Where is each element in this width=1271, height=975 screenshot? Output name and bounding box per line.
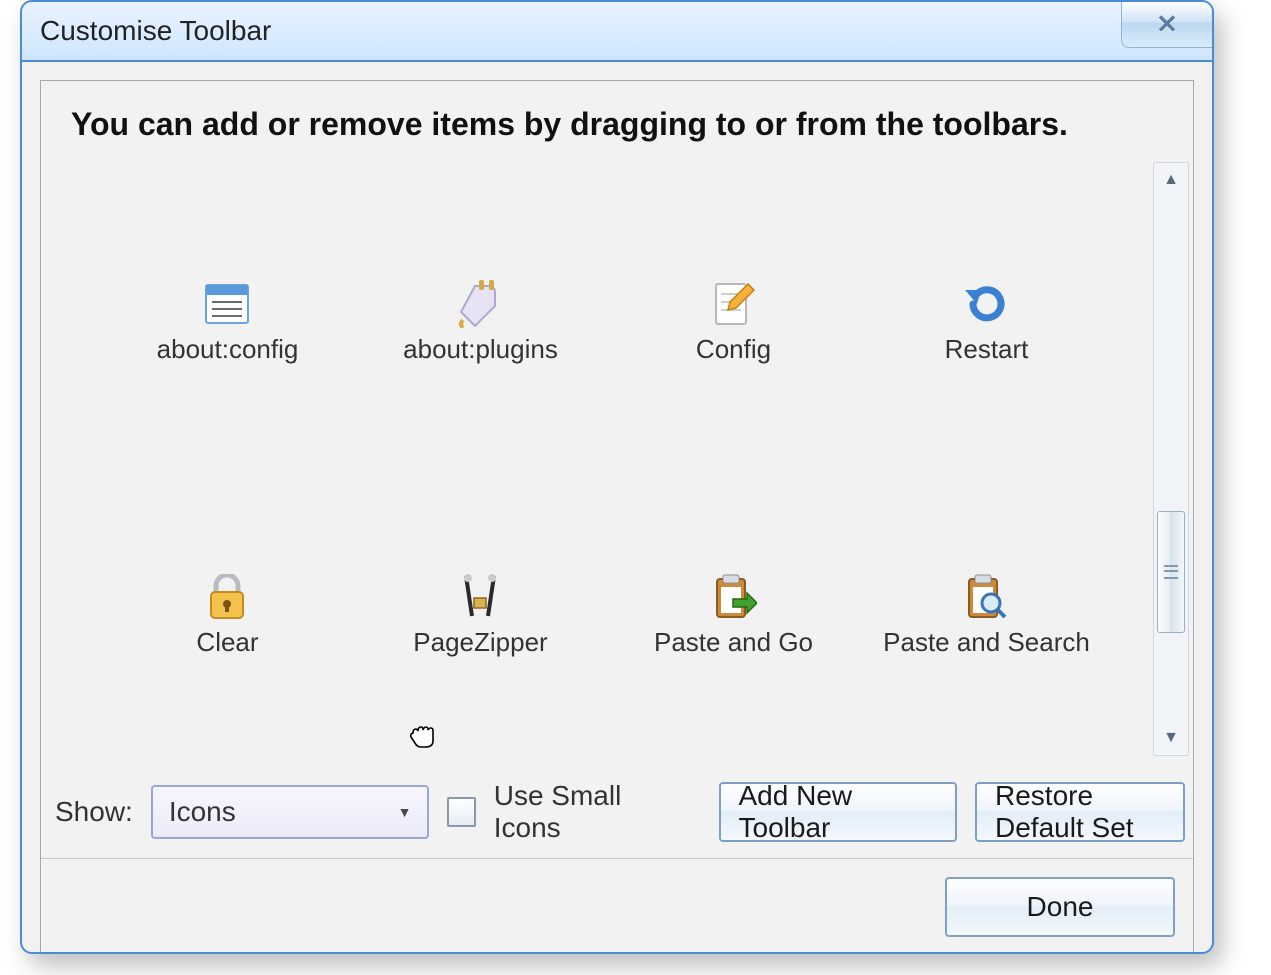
footer: Done <box>41 859 1193 954</box>
options-row: Show: Icons ▼ Use Small Icons Add New To… <box>41 762 1193 858</box>
scroll-track[interactable] <box>1154 197 1188 721</box>
add-new-toolbar-button[interactable]: Add New Toolbar <box>719 782 958 842</box>
item-about-config[interactable]: about:config <box>157 280 299 365</box>
item-label: Paste and Search <box>883 627 1090 658</box>
done-button[interactable]: Done <box>945 877 1175 937</box>
close-button[interactable]: ✕ <box>1121 2 1212 48</box>
show-dropdown-value: Icons <box>169 796 236 828</box>
use-small-icons-label[interactable]: Use Small Icons <box>494 780 683 844</box>
item-label: Clear <box>196 627 258 658</box>
chevron-down-icon: ▼ <box>398 804 412 820</box>
show-dropdown[interactable]: Icons ▼ <box>151 785 430 839</box>
item-paste-and-search[interactable]: Paste and Search <box>883 573 1090 658</box>
item-restart[interactable]: Restart <box>945 280 1029 365</box>
paste-go-icon <box>710 573 758 621</box>
use-small-icons-checkbox[interactable] <box>447 797 475 827</box>
item-about-plugins[interactable]: about:plugins <box>403 280 558 365</box>
close-icon: ✕ <box>1156 9 1178 40</box>
dialog-body: You can add or remove items by dragging … <box>40 80 1194 954</box>
toolbar-items-grid: about:config about:plugins <box>41 156 1153 762</box>
customise-toolbar-dialog: Customise Toolbar ✕ You can add or remov… <box>20 0 1214 954</box>
item-paste-and-go[interactable]: Paste and Go <box>654 573 813 658</box>
show-label: Show: <box>55 796 133 828</box>
vertical-scrollbar[interactable]: ▲ ▼ <box>1153 162 1189 756</box>
window-title: Customise Toolbar <box>22 15 271 47</box>
item-clear[interactable]: Clear <box>196 573 258 658</box>
item-pagezipper[interactable]: PageZipper <box>413 573 547 658</box>
restart-icon <box>963 280 1011 328</box>
scroll-down-arrow[interactable]: ▼ <box>1154 721 1188 755</box>
item-config[interactable]: Config <box>696 280 771 365</box>
item-label: about:plugins <box>403 334 558 365</box>
item-label: PageZipper <box>413 627 547 658</box>
restore-default-button[interactable]: Restore Default Set <box>975 782 1185 842</box>
lock-icon <box>203 573 251 621</box>
scroll-up-arrow[interactable]: ▲ <box>1154 163 1188 197</box>
paste-search-icon <box>962 573 1010 621</box>
edit-page-icon <box>710 280 758 328</box>
item-label: Config <box>696 334 771 365</box>
titlebar: Customise Toolbar ✕ <box>22 2 1212 62</box>
pagezipper-icon <box>456 573 504 621</box>
plugin-icon <box>457 280 505 328</box>
item-label: Restart <box>945 334 1029 365</box>
instruction-text: You can add or remove items by dragging … <box>41 81 1193 156</box>
item-label: about:config <box>157 334 299 365</box>
item-label: Paste and Go <box>654 627 813 658</box>
config-list-icon <box>203 280 251 328</box>
scroll-thumb[interactable] <box>1157 511 1185 633</box>
